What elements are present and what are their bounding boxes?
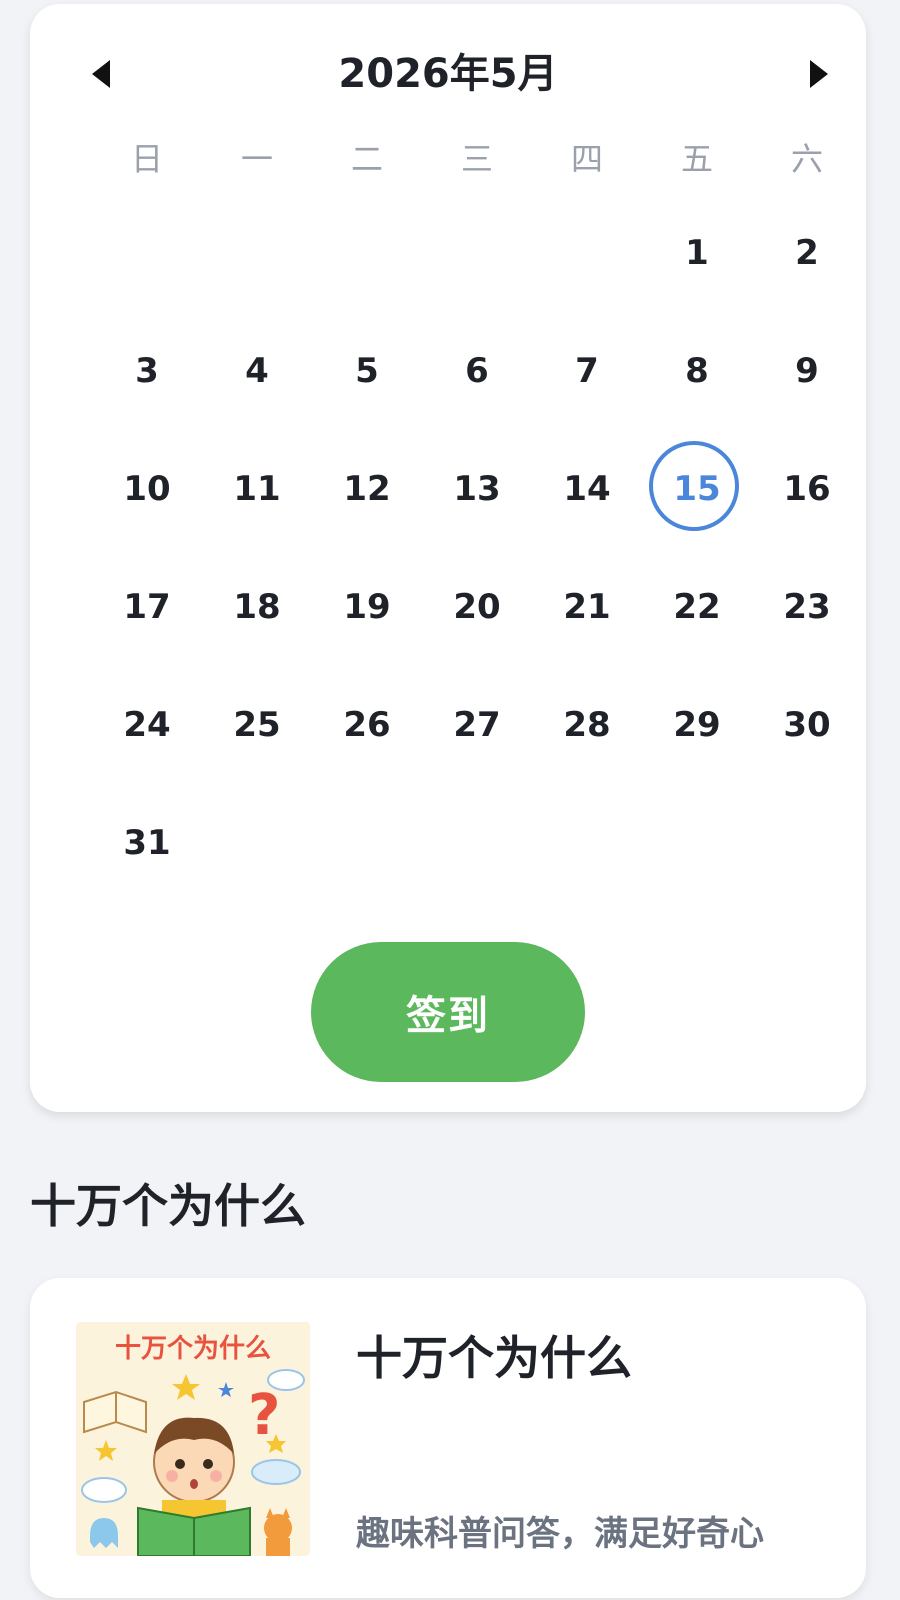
day-number: 7 [575, 351, 599, 391]
cover-illustration: ? 十万个为什么 [76, 1322, 310, 1556]
empty-day-cell [312, 784, 422, 902]
empty-day-cell [92, 194, 202, 312]
day-number: 15 [673, 469, 721, 509]
checkin-button[interactable]: 签到 [311, 942, 585, 1082]
day-number: 26 [343, 705, 391, 745]
day-number: 6 [465, 351, 489, 391]
calendar-day[interactable]: 10 [92, 430, 202, 548]
day-number: 9 [795, 351, 819, 391]
calendar-day[interactable]: 23 [752, 548, 862, 666]
day-number: 10 [123, 469, 171, 509]
day-number: 5 [355, 351, 379, 391]
weekday-label: 四 [570, 140, 603, 178]
day-number: 16 [783, 469, 831, 509]
day-number: 27 [453, 705, 501, 745]
calendar-day[interactable]: 7 [532, 312, 642, 430]
day-number: 28 [563, 705, 611, 745]
weekday-label: 一 [240, 140, 273, 178]
calendar-day-selected[interactable]: 15 [642, 430, 752, 548]
svg-text:?: ? [248, 1383, 280, 1448]
empty-day-cell [422, 784, 532, 902]
day-number: 17 [123, 587, 171, 627]
day-number: 2 [795, 233, 819, 273]
calendar-day[interactable]: 9 [752, 312, 862, 430]
day-number: 12 [343, 469, 391, 509]
calendar-day[interactable]: 27 [422, 666, 532, 784]
calendar-header: 2026年5月 [30, 44, 866, 104]
calendar-day[interactable]: 26 [312, 666, 422, 784]
day-number: 22 [673, 587, 721, 627]
book-cover-image: ? 十万个为什么 [76, 1322, 310, 1556]
book-card[interactable]: ? 十万个为什么 十万个为什么 趣味科普问答，满足好奇心 [30, 1278, 866, 1598]
day-number: 1 [685, 233, 709, 273]
calendar-day[interactable]: 8 [642, 312, 752, 430]
day-number: 31 [123, 823, 171, 863]
day-number: 23 [783, 587, 831, 627]
empty-day-cell [202, 784, 312, 902]
calendar-day[interactable]: 21 [532, 548, 642, 666]
book-title: 十万个为什么 [356, 1331, 632, 1385]
day-number: 14 [563, 469, 611, 509]
month-title: 2026年5月 [338, 51, 558, 97]
calendar-day[interactable]: 6 [422, 312, 532, 430]
caret-right-icon [810, 60, 828, 88]
day-number: 13 [453, 469, 501, 509]
calendar-day[interactable]: 4 [202, 312, 312, 430]
cover-title: 十万个为什么 [115, 1334, 271, 1364]
empty-day-cell [642, 784, 752, 902]
calendar-day[interactable]: 14 [532, 430, 642, 548]
calendar-day[interactable]: 18 [202, 548, 312, 666]
weekday-label: 五 [680, 140, 713, 178]
day-number: 21 [563, 587, 611, 627]
calendar-day[interactable]: 1 [642, 194, 752, 312]
calendar-day[interactable]: 13 [422, 430, 532, 548]
empty-day-cell [752, 784, 862, 902]
day-number: 29 [673, 705, 721, 745]
weekday-label: 日 [130, 140, 163, 178]
weekday-header-row: 日 一 二 三 四 五 六 [92, 134, 862, 184]
calendar-day[interactable]: 12 [312, 430, 422, 548]
section-title: 十万个为什么 [30, 1179, 306, 1233]
calendar-day[interactable]: 30 [752, 666, 862, 784]
day-number: 8 [685, 351, 709, 391]
empty-day-cell [422, 194, 532, 312]
calendar-day[interactable]: 3 [92, 312, 202, 430]
calendar-day[interactable]: 11 [202, 430, 312, 548]
empty-day-cell [202, 194, 312, 312]
empty-day-cell [312, 194, 422, 312]
calendar-card: 2026年5月 日 一 二 三 四 五 六 1 2 3 4 5 6 7 8 9 10 11 12 13 1… [30, 4, 866, 1112]
calendar-day[interactable]: 29 [642, 666, 752, 784]
day-number: 19 [343, 587, 391, 627]
empty-day-cell [532, 194, 642, 312]
next-month-button[interactable] [796, 52, 840, 96]
calendar-day[interactable]: 20 [422, 548, 532, 666]
weekday-label: 三 [460, 140, 493, 178]
day-number: 25 [233, 705, 281, 745]
day-number: 11 [233, 469, 281, 509]
calendar-day[interactable]: 24 [92, 666, 202, 784]
calendar-day[interactable]: 16 [752, 430, 862, 548]
calendar-day[interactable]: 5 [312, 312, 422, 430]
calendar-day[interactable]: 22 [642, 548, 752, 666]
calendar-day[interactable]: 19 [312, 548, 422, 666]
calendar-day[interactable]: 17 [92, 548, 202, 666]
empty-day-cell [532, 784, 642, 902]
calendar-day-grid: 1 2 3 4 5 6 7 8 9 10 11 12 13 14 15 16 17 18 19 20 21 22 23 24 2… [92, 194, 862, 902]
weekday-label: 二 [350, 140, 383, 178]
day-number: 3 [135, 351, 159, 391]
calendar-day[interactable]: 28 [532, 666, 642, 784]
book-description: 趣味科普问答，满足好奇心 [356, 1514, 764, 1554]
day-number: 4 [245, 351, 269, 391]
calendar-day[interactable]: 31 [92, 784, 202, 902]
calendar-day[interactable]: 25 [202, 666, 312, 784]
calendar-day[interactable]: 2 [752, 194, 862, 312]
day-number: 30 [783, 705, 831, 745]
day-number: 20 [453, 587, 501, 627]
day-number: 24 [123, 705, 171, 745]
weekday-label: 六 [790, 140, 823, 178]
day-number: 18 [233, 587, 281, 627]
